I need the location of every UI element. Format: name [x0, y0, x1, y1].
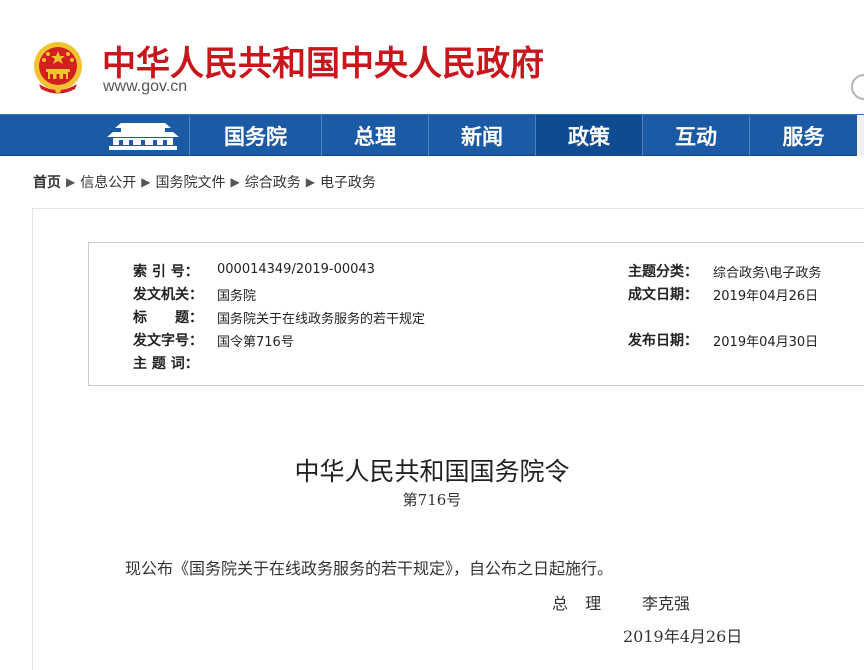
breadcrumb-general-affairs[interactable]: 综合政务	[245, 172, 301, 192]
meta-written-value: 2019年04月26日	[713, 289, 819, 304]
signature-date: 2019年4月26日	[623, 627, 743, 646]
search-icon[interactable]	[851, 74, 864, 100]
meta-published-value: 2019年04月30日	[713, 335, 819, 350]
meta-issuer-value: 国务院	[217, 289, 257, 304]
meta-index-value: 000014349/2019-00043	[217, 262, 375, 277]
nav-item-policy[interactable]: 政策	[535, 115, 642, 156]
meta-topic-value: 综合政务\电子政务	[713, 266, 822, 281]
breadcrumb: 首页 ▶ 信息公开 ▶ 国务院文件 ▶ 综合政务 ▶ 电子政务	[33, 172, 376, 192]
nav-home[interactable]	[97, 115, 189, 156]
document-number: 第716号	[402, 491, 462, 509]
nav-item-interaction[interactable]: 互动	[642, 115, 749, 156]
breadcrumb-separator: ▶	[141, 175, 151, 189]
meta-issuer-label: 发文机关：	[133, 287, 203, 303]
breadcrumb-e-government[interactable]: 电子政务	[320, 172, 376, 192]
document-title: 中华人民共和国国务院令	[294, 457, 570, 486]
meta-title-label: 标 题：	[133, 310, 203, 326]
site-domain[interactable]: www.gov.cn	[103, 78, 187, 96]
signer-name: 李克强	[642, 594, 691, 613]
breadcrumb-state-council-docs[interactable]: 国务院文件	[155, 172, 225, 192]
meta-published-label: 发布日期：	[628, 333, 698, 349]
meta-docno-label: 发文字号：	[133, 333, 203, 349]
breadcrumb-info-public[interactable]: 信息公开	[80, 172, 136, 192]
breadcrumb-separator: ▶	[305, 175, 315, 189]
breadcrumb-separator: ▶	[230, 175, 240, 189]
meta-keywords-label: 主 题 词：	[133, 356, 199, 372]
signer-role: 总 理	[552, 594, 608, 613]
document-body: 现公布《国务院关于在线政务服务的若干规定》，自公布之日起施行。	[125, 559, 614, 578]
tiananmen-icon	[107, 122, 179, 150]
meta-docno-value: 国令第716号	[217, 335, 294, 350]
main-nav: 国务院 总理 新闻 政策 互动 服务	[0, 114, 864, 156]
nav-item-services[interactable]: 服务	[749, 115, 857, 156]
meta-title-value: 国务院关于在线政务服务的若干规定	[217, 312, 426, 327]
site-header: 中华人民共和国中央人民政府 www.gov.cn	[0, 0, 864, 114]
nav-edge	[857, 115, 864, 156]
meta-topic-label: 主题分类：	[628, 264, 698, 280]
nav-item-premier[interactable]: 总理	[321, 115, 428, 156]
national-emblem-icon[interactable]	[31, 40, 85, 96]
meta-index-label: 索 引 号：	[133, 264, 199, 280]
breadcrumb-home[interactable]: 首页	[33, 172, 61, 192]
breadcrumb-separator: ▶	[66, 175, 76, 189]
nav-item-state-council[interactable]: 国务院	[189, 115, 321, 156]
nav-item-news[interactable]: 新闻	[428, 115, 535, 156]
meta-written-label: 成文日期：	[628, 287, 698, 303]
